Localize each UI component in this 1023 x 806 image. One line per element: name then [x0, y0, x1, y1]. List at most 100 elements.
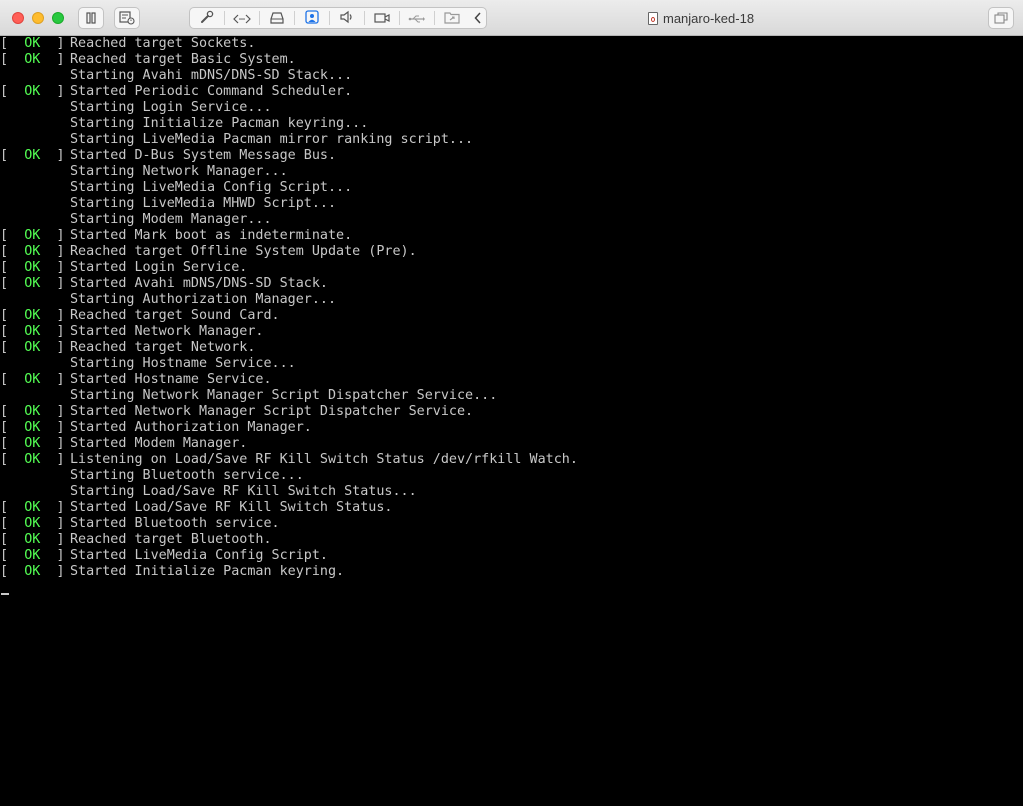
- fullscreen-button[interactable]: [988, 7, 1014, 29]
- ok-label: OK: [24, 52, 41, 67]
- status-bracket-left: [: [0, 340, 9, 355]
- ok-status: [ OK ]: [0, 308, 70, 324]
- console-message: Starting Avahi mDNS/DNS-SD Stack...: [70, 68, 353, 83]
- status-bracket-right: ]: [56, 404, 65, 419]
- console-message: Started Mark boot as indeterminate.: [70, 228, 353, 243]
- window-title-text: manjaro-ked-18: [663, 10, 755, 26]
- status-bracket-right: ]: [56, 372, 65, 387]
- status-bracket-right: ]: [56, 244, 65, 259]
- status-bracket-right: ]: [56, 228, 65, 243]
- close-window-button[interactable]: [12, 12, 24, 24]
- console-line: Starting Avahi mDNS/DNS-SD Stack...: [0, 68, 1023, 84]
- console-line: Starting Modem Manager...: [0, 212, 1023, 228]
- console-message: Starting LiveMedia MHWD Script...: [70, 196, 337, 211]
- ok-status: [ OK ]: [0, 372, 70, 388]
- status-bracket-right: ]: [56, 148, 65, 163]
- snapshot-button[interactable]: [114, 7, 140, 29]
- usb-button[interactable]: [400, 8, 434, 28]
- ok-status: [ OK ]: [0, 404, 70, 420]
- console-line: [ OK ] Started Mark boot as indeterminate…: [0, 228, 1023, 244]
- console-message: Reached target Bluetooth.: [70, 532, 272, 547]
- status-bracket-left: [: [0, 36, 9, 51]
- minimize-window-button[interactable]: [32, 12, 44, 24]
- console-line: [ OK ] Reached target Sockets.: [0, 36, 1023, 52]
- webcam-user-icon: [305, 9, 319, 28]
- status-bracket-left: [: [0, 84, 9, 99]
- ok-status: [ OK ]: [0, 148, 70, 164]
- video-camera-icon: [374, 9, 390, 28]
- pause-button[interactable]: [78, 7, 104, 29]
- shared-folder-icon: [444, 9, 460, 28]
- status-bracket-left: [: [0, 372, 9, 387]
- pause-icon: [85, 12, 97, 24]
- console-message: Started Load/Save RF Kill Switch Status.: [70, 500, 393, 515]
- status-bracket-left: [: [0, 548, 9, 563]
- status-bracket-left: [: [0, 532, 9, 547]
- ok-status: [ OK ]: [0, 84, 70, 100]
- console-line: Starting Network Manager Script Dispatch…: [0, 388, 1023, 404]
- status-bracket-right: ]: [56, 452, 65, 467]
- hard-disk-icon: [270, 9, 284, 28]
- webcam-user-button[interactable]: [295, 8, 329, 28]
- status-bracket-right: ]: [56, 308, 65, 323]
- ok-label: OK: [24, 516, 41, 531]
- status-bracket-right: ]: [56, 564, 65, 579]
- code-icon: [233, 9, 251, 28]
- console-line: [ OK ] Reached target Offline System Upda…: [0, 244, 1023, 260]
- collapse-toolbar-button[interactable]: [469, 8, 487, 28]
- ok-label: OK: [24, 276, 41, 291]
- snapshot-icon: [119, 11, 135, 25]
- console-line: Starting Login Service...: [0, 100, 1023, 116]
- status-bracket-left: [: [0, 564, 9, 579]
- status-bracket-left: [: [0, 228, 9, 243]
- hard-disk-button[interactable]: [260, 8, 294, 28]
- vm-window: manjaro-ked-18 [ OK ] Reached target Sock…: [0, 0, 1023, 806]
- console-line: [ OK ] Started Avahi mDNS/DNS-SD Stack.: [0, 276, 1023, 292]
- ok-status: [ OK ]: [0, 532, 70, 548]
- ok-status: [ OK ]: [0, 260, 70, 276]
- text-cursor: [1, 593, 9, 595]
- status-bracket-right: ]: [56, 52, 65, 67]
- speaker-icon: [339, 9, 355, 28]
- console-line: Starting Bluetooth service...: [0, 468, 1023, 484]
- sound-button[interactable]: [330, 8, 364, 28]
- console-message: Started Bluetooth service.: [70, 516, 280, 531]
- console-message: Reached target Network.: [70, 340, 256, 355]
- ok-status: [ OK ]: [0, 36, 70, 52]
- ok-status: [ OK ]: [0, 228, 70, 244]
- console-message: Started Hostname Service.: [70, 372, 272, 387]
- code-button[interactable]: [225, 8, 259, 28]
- ok-label: OK: [24, 500, 41, 515]
- console-message: Starting Authorization Manager...: [70, 292, 337, 307]
- console-message: Started D-Bus System Message Bus.: [70, 148, 337, 163]
- fullscreen-icon: [994, 12, 1008, 24]
- console-message: Started Avahi mDNS/DNS-SD Stack.: [70, 276, 328, 291]
- zoom-window-button[interactable]: [52, 12, 64, 24]
- console-line: [ OK ] Started Modem Manager.: [0, 436, 1023, 452]
- ok-label: OK: [24, 420, 41, 435]
- ok-label: OK: [24, 532, 41, 547]
- status-bracket-left: [: [0, 404, 9, 419]
- ok-status: [ OK ]: [0, 340, 70, 356]
- shared-folder-button[interactable]: [435, 8, 469, 28]
- ok-status: [ OK ]: [0, 500, 70, 516]
- console-line: Starting Load/Save RF Kill Switch Status…: [0, 484, 1023, 500]
- console-line: Starting LiveMedia Pacman mirror ranking…: [0, 132, 1023, 148]
- status-bracket-left: [: [0, 260, 9, 275]
- console-message: Starting Bluetooth service...: [70, 468, 304, 483]
- title-bar: manjaro-ked-18: [0, 0, 1023, 36]
- window-title: manjaro-ked-18: [648, 10, 754, 26]
- console-message: Starting Login Service...: [70, 100, 272, 115]
- status-bracket-right: ]: [56, 420, 65, 435]
- console-line: [ OK ] Started LiveMedia Config Script.: [0, 548, 1023, 564]
- console-message: Reached target Offline System Update (Pr…: [70, 244, 417, 259]
- status-bracket-right: ]: [56, 436, 65, 451]
- video-button[interactable]: [365, 8, 399, 28]
- ok-status: [ OK ]: [0, 52, 70, 68]
- ok-status: [ OK ]: [0, 420, 70, 436]
- settings-button[interactable]: [190, 8, 224, 28]
- console-line: [ OK ] Listening on Load/Save RF Kill Swi…: [0, 452, 1023, 468]
- vm-console-screen[interactable]: [ OK ] Reached target Sockets.[ OK ] Reach…: [0, 36, 1023, 806]
- console-line: Starting Hostname Service...: [0, 356, 1023, 372]
- console-message: Starting Network Manager...: [70, 164, 288, 179]
